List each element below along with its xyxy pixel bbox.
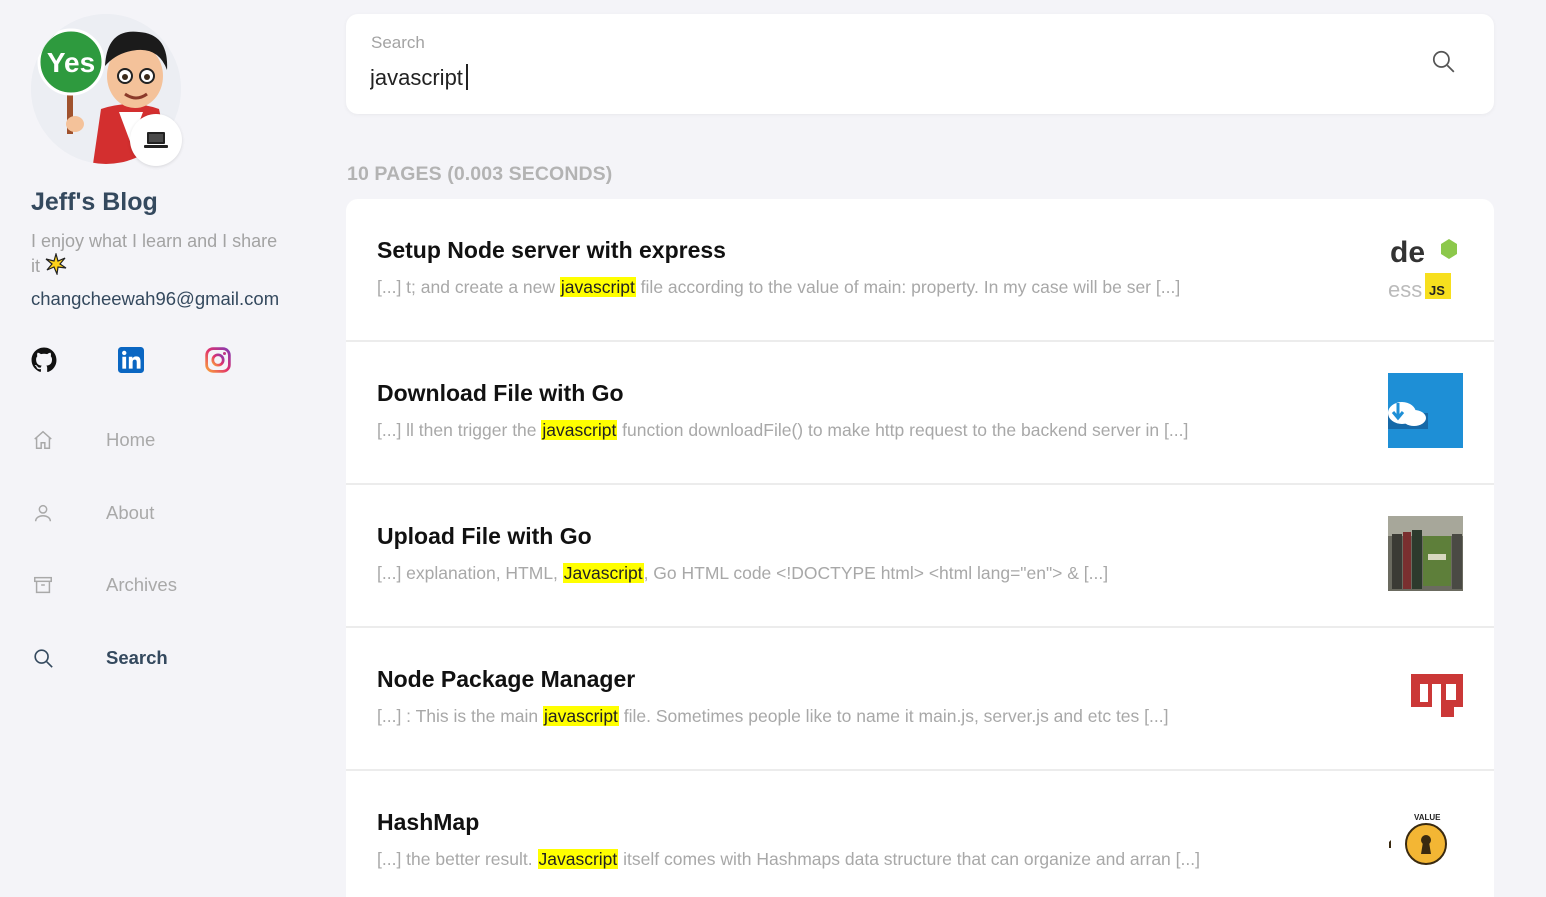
search-input[interactable] [370, 62, 1410, 94]
thumb-text: VALUE [1414, 813, 1441, 822]
tagline-text: I enjoy what I learn and I share it [31, 231, 278, 276]
snippet-text: file. Sometimes people like to name it m… [618, 706, 1169, 726]
result-thumbnail[interactable] [1388, 516, 1463, 591]
snippet-text: [...] the better result. [377, 849, 538, 869]
result-item[interactable]: Upload File with Go [...] explanation, H… [346, 485, 1494, 628]
tagline: I enjoy what I learn and I share it [31, 230, 281, 278]
email-link[interactable]: changcheewah96@gmail.com [31, 288, 279, 310]
snippet-text: [...] t; and create a new [377, 277, 560, 297]
result-item[interactable]: Download File with Go [...] ll then trig… [346, 342, 1494, 485]
snippet-text: function downloadFile() to make http req… [617, 420, 1189, 440]
result-thumbnail[interactable]: de ess JS [1388, 232, 1463, 307]
instagram-icon[interactable] [205, 347, 231, 373]
home-icon [31, 428, 55, 452]
results-list: Setup Node server with express [...] t; … [346, 199, 1494, 897]
snippet-text: itself comes with Hashmaps data structur… [618, 849, 1200, 869]
result-snippet: [...] the better result. Javascript itse… [377, 849, 1377, 870]
nav-label-home: Home [106, 429, 156, 450]
nav-item-about[interactable]: About [31, 493, 311, 533]
snippet-text: [...] : This is the main [377, 706, 543, 726]
result-item[interactable]: Node Package Manager [...] : This is the… [346, 628, 1494, 771]
nav-label-archives: Archives [106, 574, 177, 595]
snippet-text: [...] ll then trigger the [377, 420, 542, 440]
github-icon[interactable] [31, 347, 57, 373]
result-snippet: [...] explanation, HTML, Javascript, Go … [377, 563, 1377, 584]
thumb-text: de [1390, 236, 1425, 269]
result-snippet: [...] t; and create a new javascript fil… [377, 277, 1377, 298]
site-title[interactable]: Jeff's Blog [31, 188, 158, 217]
sidebar: Yes Jeff's Blog I enjoy what I learn and… [0, 0, 330, 897]
nav-item-home[interactable]: Home [31, 420, 311, 460]
result-snippet: [...] : This is the main javascript file… [377, 706, 1377, 727]
nav-item-archives[interactable]: Archives [31, 565, 311, 605]
search-label: Search [371, 33, 425, 52]
snippet-text: [...] explanation, HTML, [377, 563, 563, 583]
snippet-text: file according to the value of main: pro… [635, 277, 1181, 297]
text-caret [466, 64, 468, 90]
result-item[interactable]: HashMap [...] the better result. Javascr… [346, 771, 1494, 897]
search-icon [31, 646, 55, 670]
result-title[interactable]: Setup Node server with express [377, 237, 726, 264]
snippet-highlight: Javascript [537, 849, 619, 869]
nav-item-search[interactable]: Search [31, 638, 311, 678]
result-item[interactable]: Setup Node server with express [...] t; … [346, 199, 1494, 342]
snippet-highlight: javascript [559, 277, 636, 297]
result-thumbnail[interactable]: VALUE [1388, 802, 1463, 877]
sparkle-icon [45, 253, 67, 275]
result-snippet: [...] ll then trigger the javascript fun… [377, 420, 1377, 441]
result-thumbnail[interactable] [1388, 659, 1463, 734]
snippet-highlight: Javascript [562, 563, 644, 583]
page: Yes Jeff's Blog I enjoy what I learn and… [0, 0, 1546, 897]
avatar-badge [130, 114, 182, 166]
results-count: 10 PAGES (0.003 SECONDS) [347, 163, 613, 185]
nav-label-search: Search [106, 646, 168, 668]
result-thumbnail[interactable] [1388, 373, 1463, 448]
linkedin-icon[interactable] [118, 347, 144, 373]
user-icon [31, 501, 55, 525]
result-title[interactable]: Upload File with Go [377, 523, 592, 550]
search-submit-icon[interactable] [1430, 48, 1456, 74]
snippet-highlight: javascript [543, 706, 619, 726]
archive-icon [31, 573, 55, 597]
avatar-sign-text: Yes [47, 47, 95, 78]
laptop-icon [144, 132, 168, 148]
thumb-text: JS [1429, 283, 1445, 298]
sidebar-nav: Home About Archives Search [31, 420, 311, 710]
search-card: Search [346, 14, 1494, 114]
result-title[interactable]: Node Package Manager [377, 666, 635, 693]
thumb-text: ess [1388, 277, 1422, 302]
social-links [31, 347, 292, 373]
result-title[interactable]: HashMap [377, 809, 479, 836]
snippet-highlight: javascript [541, 420, 618, 440]
snippet-text: , Go HTML code <!DOCTYPE html> <html lan… [643, 563, 1109, 583]
nav-label-about: About [106, 501, 155, 523]
result-title[interactable]: Download File with Go [377, 380, 624, 407]
